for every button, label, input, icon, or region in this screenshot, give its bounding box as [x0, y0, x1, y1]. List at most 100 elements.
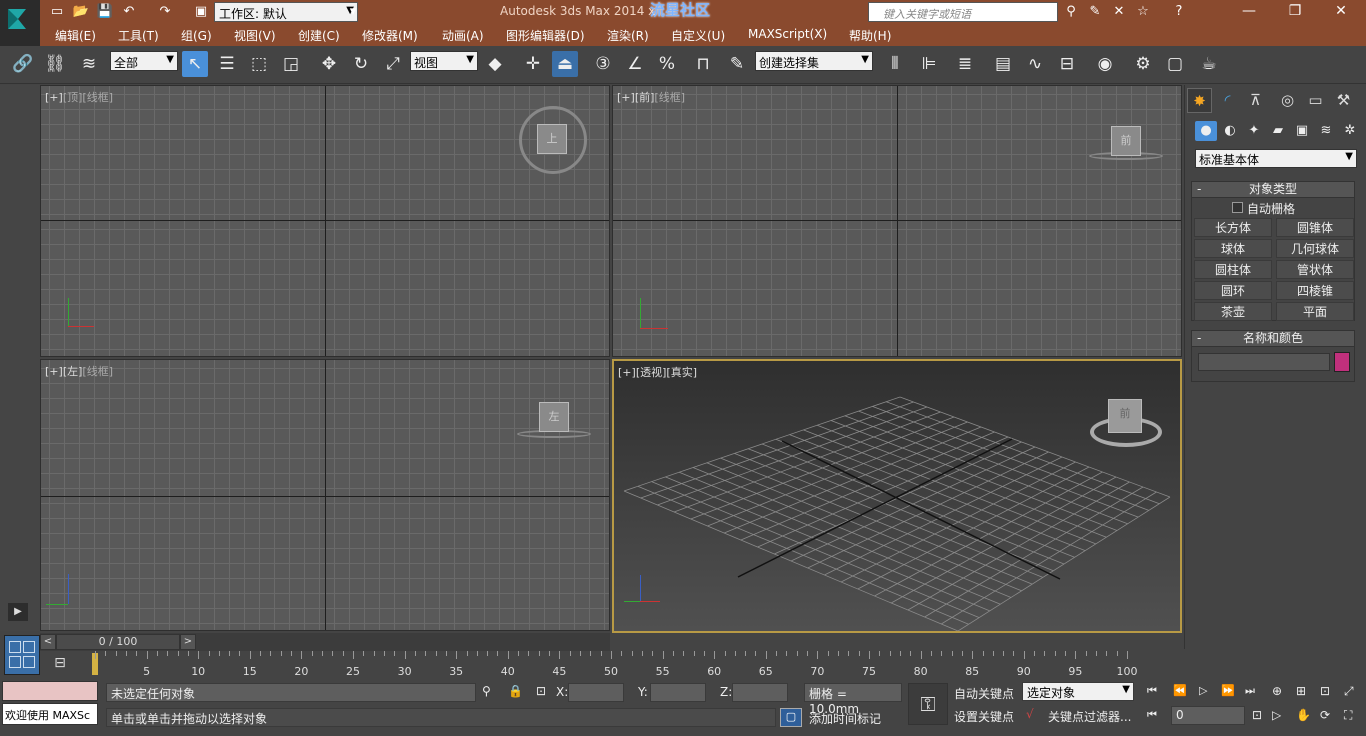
rectangular-selection-icon[interactable]: ⬚: [246, 51, 272, 77]
zoom-icon[interactable]: ⊕: [1272, 684, 1282, 698]
snaps-toggle-icon[interactable]: ③: [590, 51, 616, 77]
absolute-mode-icon[interactable]: ⊡: [536, 684, 546, 698]
new-file-icon[interactable]: ▭: [48, 3, 66, 21]
viewport-label[interactable]: [+][前][线框]: [617, 89, 685, 105]
object-color-swatch[interactable]: [1334, 352, 1350, 372]
object-type-header[interactable]: - 对象类型: [1192, 182, 1354, 198]
selection-lock-icon[interactable]: 🔒: [508, 684, 523, 698]
x-coordinate-input[interactable]: [568, 683, 624, 702]
cone-button[interactable]: 圆锥体: [1276, 218, 1354, 237]
current-frame-input[interactable]: 0: [1171, 706, 1245, 725]
favorites-star-icon[interactable]: ☆: [1134, 3, 1152, 21]
menu-edit[interactable]: 编辑(E): [55, 27, 96, 44]
select-object-icon[interactable]: ↖: [182, 51, 208, 77]
time-tag-icon[interactable]: ▢: [780, 708, 802, 727]
zoom-all-icon[interactable]: ⊞: [1296, 684, 1306, 698]
viewport-label[interactable]: [+][透视][真实]: [618, 364, 697, 380]
menu-graph-editors[interactable]: 图形编辑器(D): [506, 27, 585, 44]
key-filters-button[interactable]: 关键点过滤器...: [1048, 708, 1131, 725]
spinner-snap-icon[interactable]: ⊓: [690, 51, 716, 77]
expand-arrow-icon[interactable]: ▶: [8, 603, 28, 621]
maxscript-mini-listener-top[interactable]: [2, 681, 98, 701]
menu-create[interactable]: 创建(C): [298, 27, 340, 44]
material-editor-icon[interactable]: ◉: [1092, 51, 1118, 77]
layer-manager-icon[interactable]: ≣: [952, 51, 978, 77]
undo-icon[interactable]: ↶: [120, 3, 138, 21]
viewcube[interactable]: 前: [1108, 399, 1142, 433]
viewport-shading[interactable]: [线框]: [82, 365, 113, 378]
space-warps-icon[interactable]: ≋: [1315, 121, 1337, 141]
set-key-button[interactable]: 设置关键点: [954, 708, 1014, 725]
named-selection-set-combo[interactable]: 创建选择集 ▼: [755, 51, 873, 71]
save-file-icon[interactable]: 💾: [96, 3, 114, 21]
keyboard-shortcut-override-icon[interactable]: ⏏: [552, 51, 578, 77]
menu-group[interactable]: 组(G): [181, 27, 212, 44]
category-combo[interactable]: 标准基本体 ▼: [1195, 149, 1357, 168]
align-icon[interactable]: ⊫: [916, 51, 942, 77]
viewport-shading[interactable]: [线框]: [82, 91, 113, 104]
utilities-tab-icon[interactable]: ⚒: [1331, 88, 1356, 113]
project-folder-icon[interactable]: ▣: [192, 3, 210, 21]
menu-customize[interactable]: 自定义(U): [671, 27, 725, 44]
select-manipulate-icon[interactable]: ✛: [520, 51, 546, 77]
zoom-extents-icon[interactable]: ⊡: [1320, 684, 1330, 698]
name-color-header[interactable]: - 名称和颜色: [1192, 331, 1354, 347]
search-input[interactable]: 键入关键字或短语: [868, 2, 1058, 22]
menu-modifiers[interactable]: 修改器(M): [362, 27, 418, 44]
viewport-view-name[interactable]: [前]: [635, 91, 655, 104]
schematic-view-icon[interactable]: ⊟: [1054, 51, 1080, 77]
select-by-name-icon[interactable]: ☰: [214, 51, 240, 77]
percent-snap-icon[interactable]: %: [654, 51, 680, 77]
maximize-viewport-icon[interactable]: ⛶: [1344, 708, 1352, 723]
teapot-button[interactable]: 茶壶: [1194, 302, 1272, 321]
viewport-plus-menu[interactable]: [+]: [45, 91, 63, 104]
viewport-left[interactable]: [+][左][线框] 左: [40, 359, 610, 631]
object-name-input[interactable]: [1198, 353, 1330, 371]
minimize-button[interactable]: —: [1226, 0, 1272, 24]
viewport-view-name[interactable]: [左]: [63, 365, 83, 378]
lights-icon[interactable]: ✦: [1243, 121, 1265, 141]
graphite-modeling-icon[interactable]: ▤: [990, 51, 1016, 77]
binoculars-icon[interactable]: ⚲: [1062, 3, 1080, 21]
pan-view-icon[interactable]: ✋: [1296, 708, 1311, 722]
previous-frame-icon[interactable]: ⏪: [1173, 684, 1187, 697]
auto-grid-checkbox[interactable]: [1232, 202, 1243, 213]
set-key-icon[interactable]: ⚿: [908, 683, 948, 725]
play-icon[interactable]: ▷: [1199, 684, 1207, 697]
close-button[interactable]: ✕: [1318, 0, 1364, 24]
reference-coordinate-combo[interactable]: 视图 ▼: [410, 51, 478, 71]
rendered-frame-window-icon[interactable]: ▢: [1162, 51, 1188, 77]
select-and-scale-icon[interactable]: ⤢: [380, 51, 406, 77]
tube-button[interactable]: 管状体: [1276, 260, 1354, 279]
select-and-link-icon[interactable]: 🔗: [10, 51, 36, 77]
angle-snap-icon[interactable]: ∠: [622, 51, 648, 77]
isolate-selection-icon[interactable]: ⚲: [482, 684, 491, 698]
key-target-combo[interactable]: 选定对象 ▼: [1022, 682, 1134, 701]
viewport-plus-menu[interactable]: [+]: [618, 366, 636, 379]
plane-button[interactable]: 平面: [1276, 302, 1354, 321]
bind-to-space-warp-icon[interactable]: ≋: [76, 51, 102, 77]
display-tab-icon[interactable]: ▭: [1303, 88, 1328, 113]
subscription-icon[interactable]: ✎: [1086, 3, 1104, 21]
workspace-combo[interactable]: 工作区: 默认 ▼: [214, 2, 358, 22]
viewport-shading[interactable]: [线框]: [654, 91, 685, 104]
open-file-icon[interactable]: 📂: [72, 3, 90, 21]
time-slider[interactable]: < 0 / 100 >: [40, 633, 610, 651]
render-production-icon[interactable]: ☕: [1196, 51, 1222, 77]
viewport-plus-menu[interactable]: [+]: [45, 365, 63, 378]
time-configuration-icon[interactable]: ⊡: [1252, 708, 1262, 722]
viewport-label[interactable]: [+][顶][线框]: [45, 89, 113, 105]
zoom-extents-all-icon[interactable]: ⤢: [1344, 684, 1354, 699]
pyramid-button[interactable]: 四棱锥: [1276, 281, 1354, 300]
viewcube[interactable]: 前: [1111, 126, 1141, 156]
menu-rendering[interactable]: 渲染(R): [607, 27, 649, 44]
time-slider-thumb[interactable]: 0 / 100: [56, 634, 180, 650]
selection-filter-combo[interactable]: 全部 ▼: [110, 51, 178, 71]
select-and-move-icon[interactable]: ✥: [316, 51, 342, 77]
y-coordinate-input[interactable]: [650, 683, 706, 702]
redo-icon[interactable]: ↷: [156, 3, 174, 21]
time-slider-next-button[interactable]: >: [180, 634, 196, 650]
systems-icon[interactable]: ✲: [1339, 121, 1361, 141]
create-tab-icon[interactable]: ✸: [1187, 88, 1212, 113]
shapes-icon[interactable]: ◐: [1219, 121, 1241, 141]
